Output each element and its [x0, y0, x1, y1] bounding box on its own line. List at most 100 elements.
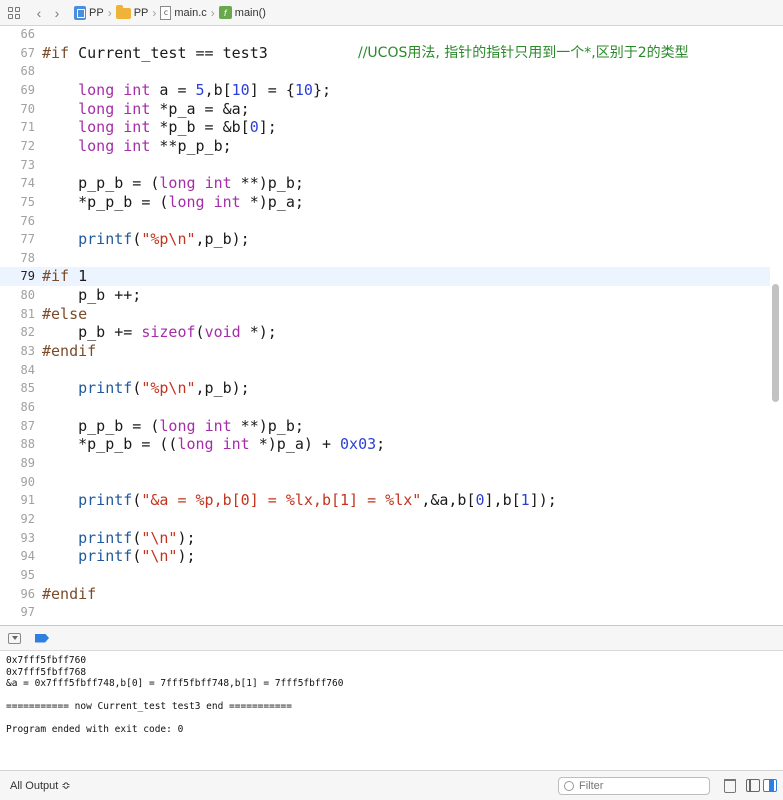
console-line: Program ended with exit code: 0 [6, 724, 184, 735]
line-number: 91 [20, 493, 35, 508]
breadcrumb-folder-label: PP [133, 6, 149, 19]
code-line[interactable]: 86 [0, 398, 770, 417]
code-text: long int *p_b = &b[0]; [78, 118, 277, 137]
code-line[interactable]: 75 *p_p_b = (long int *)p_a; [0, 193, 770, 212]
code-line[interactable]: 93 printf("\n"); [0, 529, 770, 548]
line-number: 74 [20, 176, 35, 191]
breakpoints-toggle-icon[interactable] [35, 633, 49, 643]
line-number: 96 [20, 586, 35, 601]
code-line[interactable]: 85 printf("%p\n",p_b); [0, 379, 770, 398]
code-line[interactable]: 66 [0, 26, 770, 44]
code-text: printf("\n"); [78, 547, 196, 566]
code-line[interactable]: 97 [0, 603, 770, 622]
line-number: 82 [20, 325, 35, 340]
code-line[interactable]: 78 [0, 249, 770, 268]
code-line[interactable]: 71 long int *p_b = &b[0]; [0, 118, 770, 137]
code-line[interactable]: 76 [0, 212, 770, 231]
line-number: 86 [20, 400, 35, 414]
hide-debug-area-icon[interactable] [8, 632, 21, 644]
code-line[interactable]: 69 long int a = 5,b[10] = {10}; [0, 81, 770, 100]
line-number: 94 [20, 549, 35, 564]
trash-icon[interactable] [724, 779, 736, 793]
code-line[interactable]: 73 [0, 156, 770, 175]
code-line[interactable]: 88 *p_p_b = ((long int *)p_a) + 0x03; [0, 435, 770, 454]
show-console-panel-icon[interactable] [763, 779, 777, 792]
line-number: 67 [20, 45, 35, 60]
breadcrumb-project[interactable]: PP [74, 5, 104, 20]
code-line[interactable]: 74 p_p_b = (long int **)p_b; [0, 174, 770, 193]
code-text: *p_p_b = ((long int *)p_a) + 0x03; [42, 435, 386, 454]
code-comment: //UCOS用法, 指针的指针只用到一个*,区别于2的类型 [358, 44, 689, 61]
breadcrumb-separator: › [107, 5, 112, 20]
code-line[interactable]: 95 [0, 566, 770, 585]
breadcrumb-function[interactable]: f main() [218, 6, 266, 19]
code-line[interactable]: 87 p_p_b = (long int **)p_b; [0, 417, 770, 436]
code-line[interactable]: 79 #if 1 [0, 267, 770, 287]
code-text: printf("&a = %p,b[0] = %lx,b[1] = %lx",&… [78, 491, 557, 510]
show-variables-panel-icon[interactable] [746, 779, 760, 792]
code-text: long int **p_p_b; [78, 136, 232, 155]
project-icon [74, 5, 86, 20]
code-editor[interactable]: 66 67 #if Current_test == test3 68 69 long i… [0, 26, 783, 625]
code-text: printf("%p\n",p_b); [78, 230, 250, 249]
code-text: long int *p_a = &a; [78, 99, 250, 118]
code-area[interactable]: 66 67 #if Current_test == test3 68 69 long i… [0, 26, 770, 625]
breadcrumb-function-label: main() [234, 6, 266, 19]
code-line[interactable]: 96 #endif [0, 585, 770, 604]
code-line[interactable]: 89 [0, 454, 770, 473]
console-line: 0x7fff5fbff760 [6, 655, 87, 666]
code-line[interactable]: 84 [0, 361, 770, 380]
code-text: *p_p_b = (long int *)p_a; [42, 192, 304, 211]
code-line[interactable]: 80 p_b ++; [0, 286, 770, 305]
back-icon[interactable]: ‹ [30, 4, 48, 22]
code-text: printf("\n"); [78, 528, 196, 547]
line-number: 80 [20, 288, 35, 303]
code-line[interactable]: 92 [0, 510, 770, 529]
jump-bar: ‹ › PP › PP › c main.c › f main() [0, 0, 783, 26]
filter-input[interactable] [558, 777, 710, 795]
line-number: 84 [20, 362, 35, 377]
code-line[interactable]: 68 [0, 62, 770, 81]
breadcrumb-folder[interactable]: PP [115, 5, 149, 19]
line-number: 71 [20, 120, 35, 135]
code-line[interactable]: 83 #endif [0, 342, 770, 361]
forward-icon[interactable]: › [48, 4, 66, 22]
code-text: p_b += sizeof(void *); [42, 323, 277, 342]
code-line[interactable]: 72 long int **p_p_b; [0, 137, 770, 156]
grid-icon[interactable] [8, 6, 20, 19]
line-number: 76 [20, 213, 35, 228]
breadcrumb-project-label: PP [89, 6, 104, 19]
breadcrumb-file[interactable]: c main.c [160, 5, 207, 20]
code-line[interactable]: 82 p_b += sizeof(void *); [0, 323, 770, 342]
breadcrumb-separator: › [152, 5, 157, 20]
code-text: #else [42, 304, 88, 323]
vertical-scrollbar[interactable] [772, 284, 779, 402]
line-number: 95 [20, 567, 35, 582]
line-number: 90 [20, 474, 35, 489]
console-output[interactable]: 0x7fff5fbff760 0x7fff5fbff768 &a = 0x7fff5… [0, 651, 783, 769]
code-text: #endif [42, 342, 97, 361]
line-number: 87 [20, 418, 35, 433]
code-text: p_p_b = (long int **)p_b; [42, 416, 304, 435]
line-number: 68 [20, 64, 35, 79]
code-line[interactable]: 94 printf("\n"); [0, 547, 770, 566]
c-file-icon: c [160, 5, 172, 20]
breadcrumb-separator: › [210, 5, 215, 20]
code-line[interactable]: 90 [0, 473, 770, 492]
line-number: 89 [20, 455, 35, 470]
line-number: 79 [20, 269, 35, 284]
line-number: 92 [20, 511, 35, 526]
code-line[interactable]: 77 printf("%p\n",p_b); [0, 230, 770, 249]
console-bottom-bar: All Output ≎ [0, 770, 783, 800]
code-line[interactable]: 91 printf("&a = %p,b[0] = %lx,b[1] = %lx… [0, 491, 770, 510]
console-line: =========== now Current_test test3 end =… [6, 701, 292, 712]
function-icon: f [218, 6, 232, 19]
code-text: #if Current_test == test3 [42, 43, 268, 62]
code-line[interactable]: 81 #else [0, 305, 770, 324]
output-select[interactable]: All Output ≎ [10, 779, 71, 792]
code-text: p_p_b = (long int **)p_b; [42, 174, 304, 193]
line-number: 66 [20, 27, 35, 41]
line-number: 85 [20, 381, 35, 396]
code-line[interactable]: 70 long int *p_a = &a; [0, 100, 770, 119]
